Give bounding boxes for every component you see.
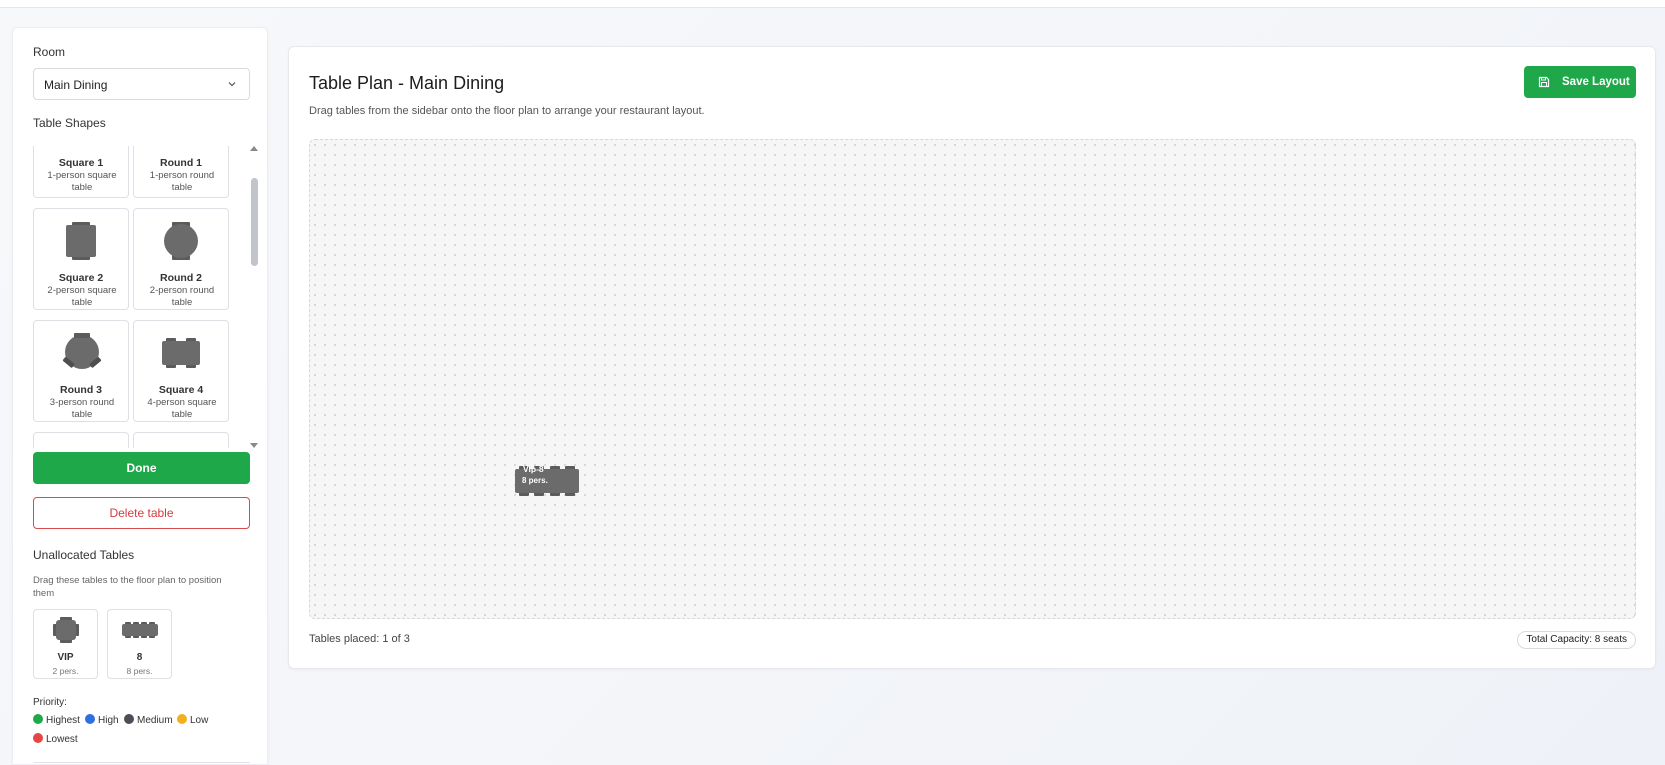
table-pers: 8 pers. — [126, 666, 153, 676]
placed-table-name: Vip-8 — [523, 464, 544, 474]
placed-table-pers: 8 pers. — [522, 476, 548, 485]
shape-card-round-3[interactable]: Round 3 3-person round table — [33, 320, 129, 422]
square-table-icon — [122, 622, 158, 638]
priority-dot — [124, 714, 134, 724]
priority-highest: Highest — [33, 714, 80, 726]
room-select-value: Main Dining — [44, 78, 108, 92]
shape-desc: 2-person square table — [47, 285, 117, 308]
floor-plan[interactable]: Vip-8 8 pers. — [309, 139, 1636, 619]
sidebar: Room Main Dining Table Shapes Square 1 1… — [12, 27, 268, 765]
unallocated-tables-title: Unallocated Tables — [33, 548, 135, 562]
shape-name: Square 4 — [158, 384, 204, 396]
table-name: VIP — [57, 652, 74, 663]
delete-table-button[interactable]: Delete table — [33, 497, 250, 529]
unallocated-table-8[interactable]: 8 8 pers. — [107, 609, 172, 679]
done-button[interactable]: Done — [33, 452, 250, 484]
room-label: Room — [33, 45, 66, 59]
top-bar — [0, 0, 1665, 8]
shape-name: Round 2 — [160, 272, 202, 284]
save-layout-label: Save Layout — [1562, 76, 1630, 88]
priority-text: High — [98, 715, 119, 726]
shape-desc: 1-person round table — [149, 170, 215, 193]
shape-card-partial[interactable] — [33, 432, 129, 448]
total-capacity-badge: Total Capacity: 8 seats — [1517, 631, 1636, 649]
priority-low: Low — [177, 714, 208, 726]
round-table-icon — [62, 333, 102, 369]
page-title: Table Plan - Main Dining — [309, 73, 505, 93]
table-shapes-list[interactable]: Square 1 1-person square table Round 1 1… — [33, 146, 261, 448]
shape-card-square-2[interactable]: Square 2 2-person square table — [33, 208, 129, 310]
shape-desc: 2-person round table — [149, 285, 215, 308]
tables-placed-count: Tables placed: 1 of 3 — [309, 633, 410, 645]
shape-desc: 1-person square table — [47, 170, 117, 193]
shape-card-partial[interactable] — [133, 432, 229, 448]
shape-name: Square 1 — [58, 157, 104, 169]
shape-desc: 3-person round table — [49, 397, 115, 420]
priority-dot — [33, 714, 43, 724]
shape-card-square-4[interactable]: Square 4 4-person square table — [133, 320, 229, 422]
priority-label: Priority: — [33, 697, 67, 708]
priority-text: Lowest — [46, 734, 78, 745]
round-table-icon — [164, 222, 198, 260]
shapes-scrollbar[interactable] — [248, 146, 260, 448]
page-subtitle: Drag tables from the sidebar onto the fl… — [309, 105, 705, 117]
table-shapes-label: Table Shapes — [33, 116, 106, 130]
priority-lowest: Lowest — [33, 733, 78, 745]
priority-high: High — [85, 714, 119, 726]
shape-name: Round 3 — [60, 384, 102, 396]
scroll-down-icon[interactable] — [249, 442, 259, 450]
room-select[interactable]: Main Dining — [33, 68, 250, 100]
save-layout-button[interactable]: Save Layout — [1524, 66, 1636, 98]
priority-text: Low — [190, 715, 209, 726]
unallocated-hint: Drag these tables to the floor plan to p… — [33, 575, 222, 599]
table-pers: 2 pers. — [52, 666, 79, 676]
scroll-thumb[interactable] — [251, 178, 258, 266]
shape-card-round-1[interactable]: Round 1 1-person round table — [133, 146, 229, 198]
table-plan-panel: Table Plan - Main Dining Drag tables fro… — [288, 46, 1656, 669]
chevron-down-icon — [228, 82, 236, 87]
scroll-up-icon[interactable] — [249, 144, 259, 152]
square-table-icon — [66, 222, 96, 260]
placed-table-vip-8[interactable]: Vip-8 8 pers. — [514, 464, 580, 496]
priority-medium: Medium — [124, 714, 173, 726]
table-name: 8 — [136, 652, 143, 663]
shape-card-round-2[interactable]: Round 2 2-person round table — [133, 208, 229, 310]
divider — [33, 762, 250, 763]
shape-name: Round 1 — [160, 157, 202, 169]
priority-text: Highest — [46, 715, 80, 726]
priority-dot — [33, 733, 43, 743]
priority-dot — [177, 714, 187, 724]
shape-desc: 4-person square table — [147, 397, 217, 420]
priority-text: Medium — [137, 715, 173, 726]
square-table-icon — [162, 338, 200, 368]
shape-card-square-1[interactable]: Square 1 1-person square table — [33, 146, 129, 198]
shape-name: Square 2 — [58, 272, 104, 284]
square-table-icon — [53, 617, 79, 643]
priority-dot — [85, 714, 95, 724]
save-icon — [1538, 76, 1550, 88]
unallocated-table-vip[interactable]: VIP 2 pers. — [33, 609, 98, 679]
